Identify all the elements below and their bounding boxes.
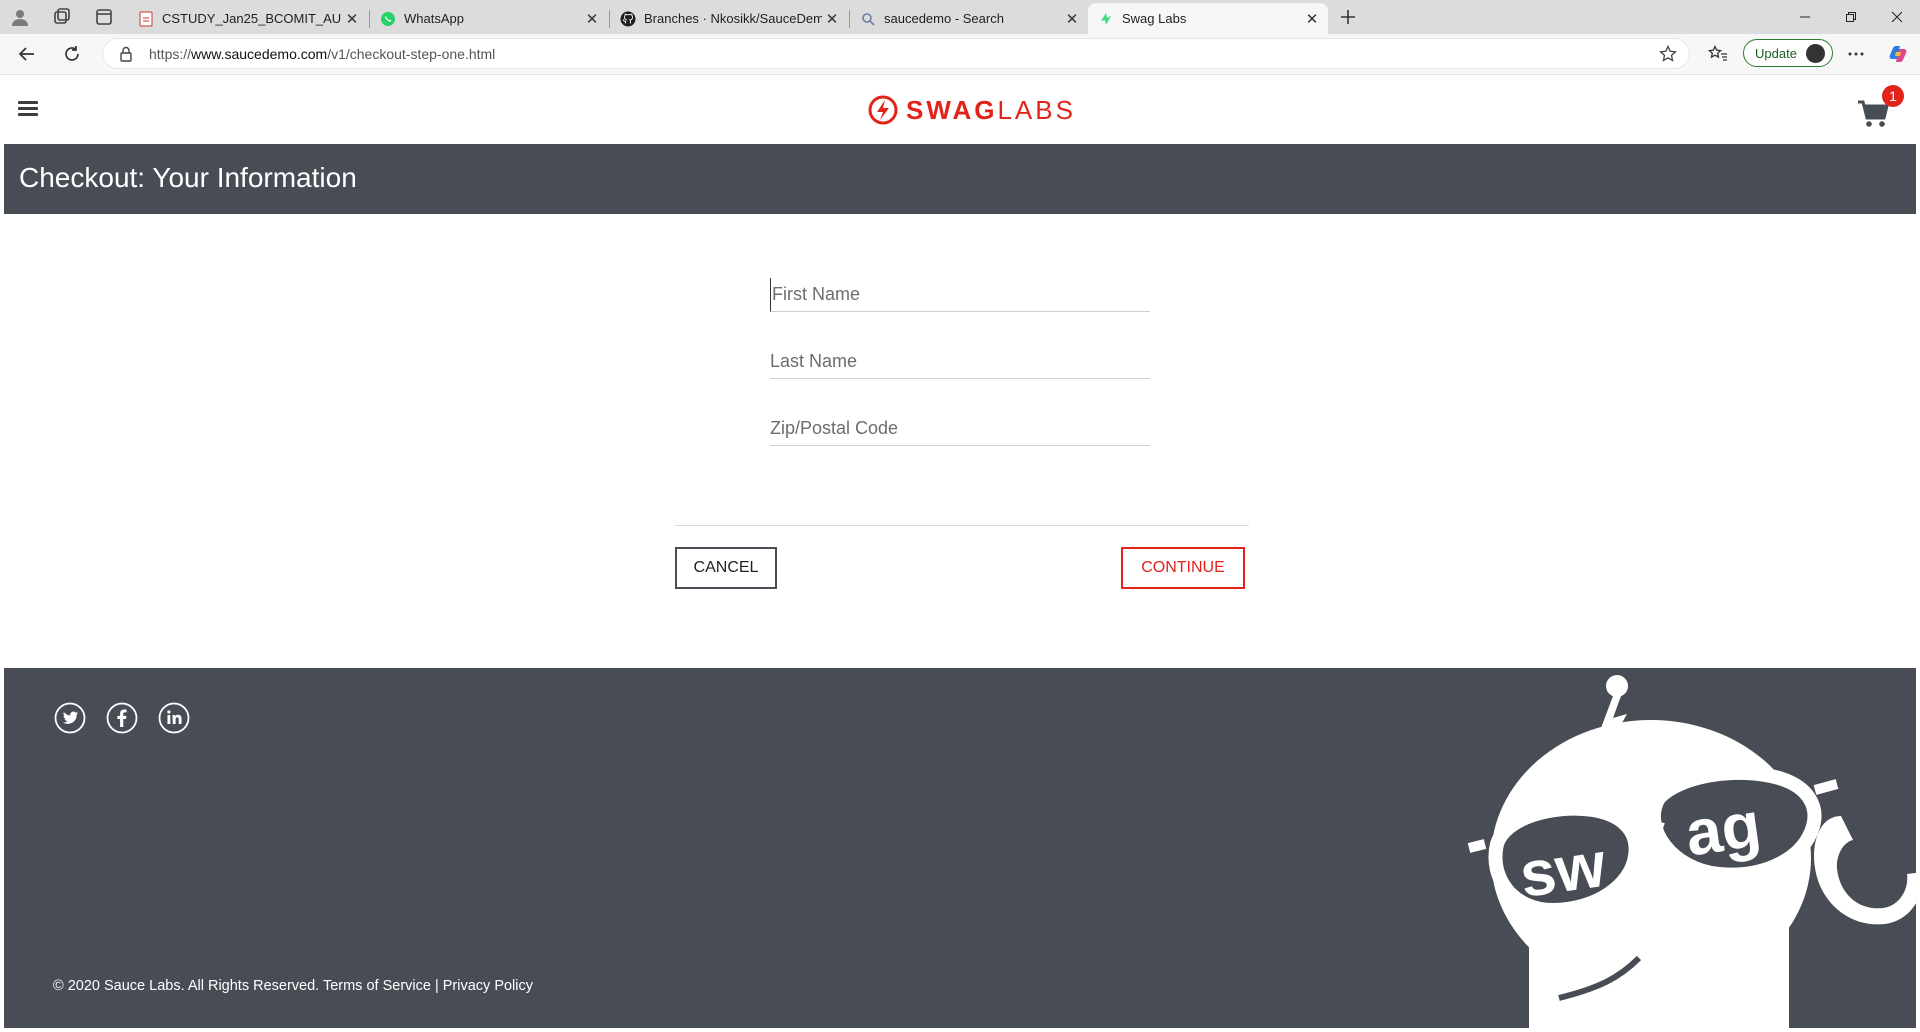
page-footer: © 2020 Sauce Labs. All Rights Reserved. …	[4, 668, 1916, 1028]
tab-actions-icon[interactable]	[94, 7, 114, 27]
profile-icon[interactable]	[10, 7, 30, 27]
close-tab-icon[interactable]: ✕	[1062, 10, 1082, 28]
close-tab-icon[interactable]: ✕	[582, 10, 602, 28]
last-name-input[interactable]	[770, 345, 1150, 379]
browser-tab-strip: CSTUDY_Jan25_BCOMIT_AUD7_Fi ✕ WhatsApp ✕…	[0, 0, 1920, 34]
settings-more-button[interactable]	[1844, 42, 1868, 66]
refresh-icon	[65, 46, 79, 61]
tab-title: Branches · Nkosikk/SauceDemo2r	[644, 11, 822, 26]
copilot-button[interactable]	[1886, 42, 1910, 66]
tab-title: WhatsApp	[404, 11, 464, 26]
restore-icon	[1846, 12, 1856, 22]
close-tab-icon[interactable]: ✕	[1302, 10, 1322, 28]
tab-saucedemo-search[interactable]: saucedemo - Search ✕	[850, 3, 1088, 34]
secondary-header: Checkout: Your Information	[4, 144, 1916, 214]
first-name-input[interactable]	[770, 278, 1150, 312]
close-tab-icon[interactable]: ✕	[822, 10, 842, 28]
pdf-icon	[139, 11, 153, 26]
page-viewport: SWAGLABS 1 Checkout: Your Information CA…	[4, 75, 1916, 1028]
linkedin-icon[interactable]	[158, 702, 190, 734]
tab-title: saucedemo - Search	[884, 11, 1004, 26]
swaglabs-icon	[1101, 12, 1111, 25]
robot-text-sw: sw	[1515, 828, 1610, 911]
search-icon	[862, 12, 875, 26]
tab-github-branches[interactable]: Branches · Nkosikk/SauceDemo2r ✕	[610, 3, 848, 34]
update-button[interactable]: Update	[1743, 39, 1833, 67]
close-icon	[1891, 11, 1903, 23]
tab-title: Swag Labs	[1122, 11, 1187, 26]
copilot-icon	[1889, 46, 1907, 62]
copyright-text: © 2020 Sauce Labs. All Rights Reserved. …	[53, 978, 534, 994]
cancel-button[interactable]: CANCEL	[675, 547, 777, 589]
profile-avatar-icon	[1806, 44, 1825, 63]
address-bar[interactable]: https://www.saucedemo.com/v1/checkout-st…	[102, 38, 1690, 69]
more-dots-icon	[1848, 52, 1864, 56]
hamburger-bar	[18, 101, 38, 104]
browser-toolbar: https://www.saucedemo.com/v1/checkout-st…	[0, 34, 1920, 75]
url-host: www.saucedemo.com	[191, 46, 328, 62]
app-header: SWAG LABS 1	[4, 75, 1916, 144]
postal-code-input[interactable]	[770, 412, 1150, 446]
tab-swag-labs[interactable]: Swag Labs ✕	[1088, 3, 1328, 34]
logo-text-labs: LABS	[997, 94, 1076, 125]
continue-button[interactable]: CONTINUE	[1121, 547, 1245, 589]
favorites-button[interactable]	[1706, 42, 1730, 66]
menu-button[interactable]	[18, 101, 38, 117]
url-prefix: https://	[149, 46, 192, 62]
back-button[interactable]	[15, 42, 39, 66]
close-tab-icon[interactable]: ✕	[342, 10, 362, 28]
new-tab-icon[interactable]	[1338, 7, 1358, 27]
url-text[interactable]: https://www.saucedemo.com/v1/checkout-st…	[149, 46, 495, 62]
lock-icon[interactable]	[119, 46, 133, 62]
workspaces-icon[interactable]	[52, 7, 72, 27]
swag-labs-logo: SWAG LABS	[868, 94, 1076, 126]
github-icon	[620, 11, 636, 26]
twitter-icon[interactable]	[54, 702, 86, 734]
minimize-icon	[1800, 16, 1810, 18]
restore-button[interactable]	[1828, 0, 1874, 34]
whatsapp-icon	[381, 11, 395, 26]
close-window-button[interactable]	[1874, 0, 1920, 34]
update-label: Update	[1755, 45, 1797, 61]
cart-count-badge[interactable]: 1	[1882, 85, 1904, 107]
hamburger-bar	[18, 107, 38, 110]
swag-bot-mascot-image: sw ag	[1467, 675, 1916, 1028]
back-arrow-icon	[18, 47, 34, 61]
facebook-icon[interactable]	[106, 702, 138, 734]
robot-text-ag: ag	[1681, 788, 1765, 870]
tab-title: CSTUDY_Jan25_BCOMIT_AUD7_Fi	[162, 11, 342, 26]
url-path: /v1/checkout-step-one.html	[327, 46, 496, 62]
page-title: Checkout: Your Information	[19, 162, 357, 193]
hamburger-bar	[18, 113, 38, 116]
favorite-star-icon[interactable]	[1659, 45, 1677, 63]
refresh-button[interactable]	[60, 42, 84, 66]
form-divider	[675, 525, 1249, 526]
logo-text-swag: SWAG	[906, 94, 998, 125]
tab-cstudy[interactable]: CSTUDY_Jan25_BCOMIT_AUD7_Fi ✕	[128, 3, 368, 34]
tab-whatsapp[interactable]: WhatsApp ✕	[370, 3, 608, 34]
swag-labs-logo-icon	[868, 95, 898, 125]
minimize-button[interactable]	[1782, 0, 1828, 34]
favorites-list-icon	[1708, 45, 1727, 61]
